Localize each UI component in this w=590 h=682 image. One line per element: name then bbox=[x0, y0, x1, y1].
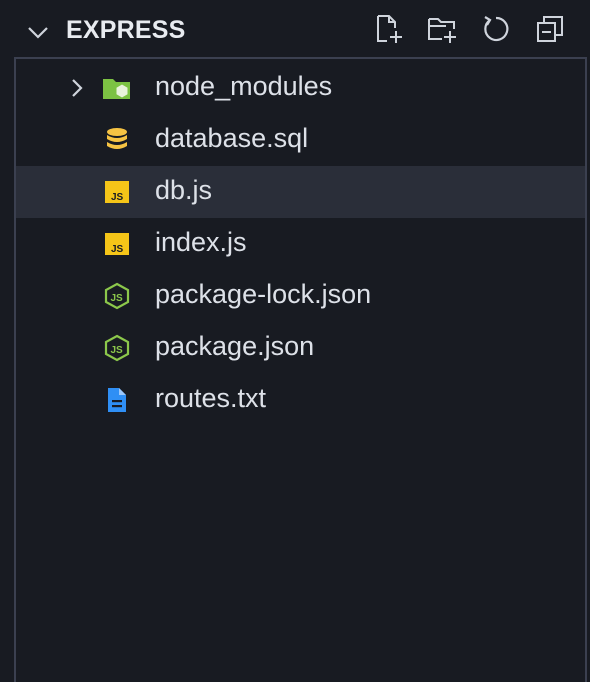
database-icon bbox=[107, 128, 127, 149]
text-file-icon bbox=[108, 388, 126, 412]
tree-item-label: package-lock.json bbox=[155, 279, 372, 309]
file-tree: node_modules database.sql JS db.js JS in… bbox=[14, 57, 587, 682]
new-folder-icon[interactable] bbox=[426, 13, 458, 45]
file-explorer: EXPRESS node_modules database.sql JS db.… bbox=[0, 0, 590, 682]
explorer-title: EXPRESS bbox=[66, 16, 186, 44]
js-file-icon: JS bbox=[105, 181, 129, 203]
svg-text:JS: JS bbox=[111, 192, 124, 203]
chevron-down-icon[interactable] bbox=[26, 20, 50, 44]
tree-item-db-js[interactable]: JS db.js bbox=[16, 166, 585, 218]
tree-item-label: db.js bbox=[155, 175, 213, 205]
explorer-header[interactable]: EXPRESS bbox=[0, 0, 590, 62]
svg-text:JS: JS bbox=[111, 293, 124, 304]
tree-item-database-sql[interactable]: database.sql bbox=[16, 114, 585, 166]
svg-text:JS: JS bbox=[111, 244, 124, 255]
tree-item-label: node_modules bbox=[155, 71, 333, 101]
folder-node-icon bbox=[103, 79, 130, 99]
tree-item-routes-txt[interactable]: routes.txt bbox=[16, 374, 585, 426]
nodejs-icon: JS bbox=[104, 334, 130, 362]
collapse-all-icon[interactable] bbox=[534, 13, 566, 45]
tree-item-label: index.js bbox=[155, 227, 247, 257]
tree-item-package-json[interactable]: JS package.json bbox=[16, 322, 585, 374]
tree-item-label: database.sql bbox=[155, 123, 309, 153]
js-file-icon: JS bbox=[105, 233, 129, 255]
tree-item-package-lock-json[interactable]: JS package-lock.json bbox=[16, 270, 585, 322]
tree-item-label: routes.txt bbox=[155, 383, 267, 413]
nodejs-icon: JS bbox=[104, 282, 130, 310]
svg-text:JS: JS bbox=[111, 345, 124, 356]
tree-item-label: package.json bbox=[155, 331, 315, 361]
chevron-right-icon[interactable] bbox=[70, 77, 84, 99]
tree-item-index-js[interactable]: JS index.js bbox=[16, 218, 585, 270]
refresh-icon[interactable] bbox=[480, 13, 512, 45]
explorer-actions bbox=[372, 13, 566, 45]
tree-item-node-modules[interactable]: node_modules bbox=[16, 62, 585, 114]
new-file-icon[interactable] bbox=[372, 13, 404, 45]
